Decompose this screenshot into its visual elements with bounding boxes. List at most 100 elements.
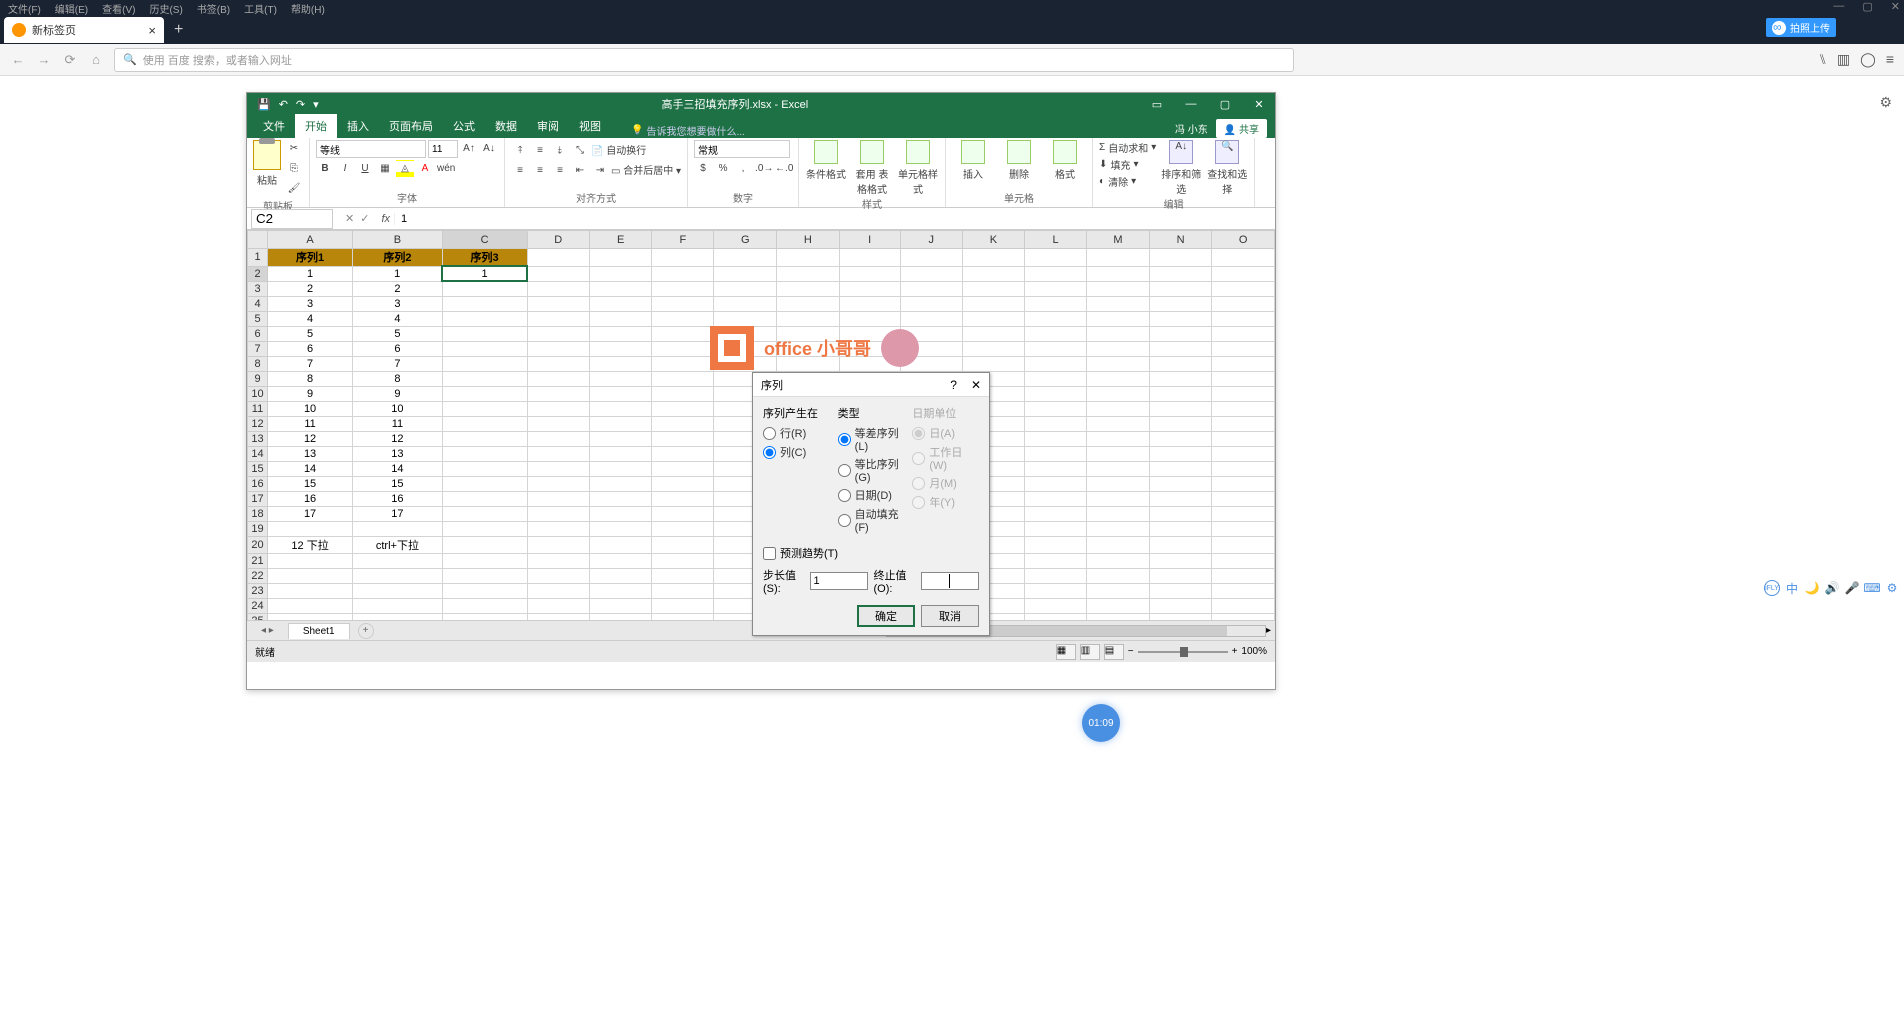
row-header-10[interactable]: 10 [248, 386, 268, 401]
cell-E14[interactable] [589, 446, 651, 461]
cell-B24[interactable] [353, 598, 443, 613]
orientation-icon[interactable]: ⤡ [571, 142, 589, 160]
cancel-formula-icon[interactable]: ✕ [345, 212, 354, 225]
paste-button[interactable]: 粘贴 [253, 140, 281, 187]
cell-C9[interactable] [442, 371, 527, 386]
cell-C25[interactable] [442, 613, 527, 620]
row-header-2[interactable]: 2 [248, 266, 268, 281]
find-select-button[interactable]: 🔍查找和选择 [1206, 140, 1248, 196]
radio-rows[interactable]: 行(R) [763, 425, 830, 441]
delete-cells-button[interactable]: 删除 [998, 140, 1040, 181]
cell-K8[interactable] [962, 356, 1024, 371]
moon-icon[interactable]: 🌙 [1804, 580, 1820, 596]
row-header-18[interactable]: 18 [248, 506, 268, 521]
cell-N1[interactable] [1149, 249, 1211, 267]
cell-C13[interactable] [442, 431, 527, 446]
align-center-icon[interactable]: ≡ [531, 162, 549, 180]
dialog-close-icon[interactable]: ✕ [971, 378, 981, 392]
cell-O19[interactable] [1212, 521, 1275, 536]
cell-A4[interactable]: 3 [268, 296, 353, 311]
cell-A9[interactable]: 8 [268, 371, 353, 386]
cell-E25[interactable] [589, 613, 651, 620]
sidebar-icon[interactable]: ▥ [1837, 51, 1850, 68]
row-header-25[interactable]: 25 [248, 613, 268, 620]
cell-styles-button[interactable]: 单元格样式 [897, 140, 939, 196]
row-header-7[interactable]: 7 [248, 341, 268, 356]
cell-F12[interactable] [652, 416, 714, 431]
lang-icon[interactable]: 中 [1784, 580, 1800, 596]
cell-N4[interactable] [1149, 296, 1211, 311]
zoom-level[interactable]: 100% [1241, 646, 1267, 657]
italic-button[interactable]: I [336, 160, 354, 178]
cell-A21[interactable] [268, 553, 353, 568]
cell-A16[interactable]: 15 [268, 476, 353, 491]
cell-M14[interactable] [1087, 446, 1150, 461]
cell-G2[interactable] [714, 266, 777, 281]
cell-C16[interactable] [442, 476, 527, 491]
cell-H3[interactable] [777, 281, 839, 296]
cell-A22[interactable] [268, 568, 353, 583]
cell-M16[interactable] [1087, 476, 1150, 491]
cell-D15[interactable] [527, 461, 589, 476]
cell-L23[interactable] [1025, 583, 1087, 598]
excel-maximize-icon[interactable]: ▢ [1211, 98, 1239, 111]
row-header-4[interactable]: 4 [248, 296, 268, 311]
col-header-D[interactable]: D [527, 231, 589, 249]
col-header-A[interactable]: A [268, 231, 353, 249]
cell-M6[interactable] [1087, 326, 1150, 341]
radio-linear[interactable]: 等差序列(L) [838, 425, 905, 453]
cell-M8[interactable] [1087, 356, 1150, 371]
zoom-out-icon[interactable]: − [1128, 646, 1134, 657]
wrap-text-button[interactable]: 📄 自动换行 [591, 142, 646, 160]
tab-pagelayout[interactable]: 页面布局 [379, 114, 443, 138]
cell-F22[interactable] [652, 568, 714, 583]
cell-I1[interactable] [839, 249, 900, 267]
add-sheet-button[interactable]: + [358, 623, 374, 639]
cell-B1[interactable]: 序列2 [353, 249, 443, 267]
cell-F17[interactable] [652, 491, 714, 506]
cell-E1[interactable] [589, 249, 651, 267]
cell-A8[interactable]: 7 [268, 356, 353, 371]
copy-icon[interactable]: ⎘ [285, 160, 303, 178]
cell-O24[interactable] [1212, 598, 1275, 613]
cell-C3[interactable] [442, 281, 527, 296]
cell-N9[interactable] [1149, 371, 1211, 386]
cell-D24[interactable] [527, 598, 589, 613]
cell-C15[interactable] [442, 461, 527, 476]
cell-M21[interactable] [1087, 553, 1150, 568]
cell-L15[interactable] [1025, 461, 1087, 476]
undo-icon[interactable]: ↶ [279, 98, 288, 111]
cell-D13[interactable] [527, 431, 589, 446]
cell-F19[interactable] [652, 521, 714, 536]
cell-F3[interactable] [652, 281, 714, 296]
cell-D17[interactable] [527, 491, 589, 506]
cell-J4[interactable] [900, 296, 962, 311]
row-header-15[interactable]: 15 [248, 461, 268, 476]
comma-icon[interactable]: , [734, 160, 752, 178]
excel-minimize-icon[interactable]: — [1177, 98, 1205, 111]
row-header-23[interactable]: 23 [248, 583, 268, 598]
cell-M17[interactable] [1087, 491, 1150, 506]
photo-upload-button[interactable]: 拍照上传 [1766, 18, 1836, 37]
cell-E15[interactable] [589, 461, 651, 476]
bold-button[interactable]: B [316, 160, 334, 178]
cell-A6[interactable]: 5 [268, 326, 353, 341]
cell-C20[interactable] [442, 536, 527, 553]
cell-B11[interactable]: 10 [353, 401, 443, 416]
cell-B10[interactable]: 9 [353, 386, 443, 401]
dialog-help-icon[interactable]: ? [950, 378, 957, 392]
cell-L9[interactable] [1025, 371, 1087, 386]
back-button[interactable]: ← [10, 52, 26, 67]
cell-C12[interactable] [442, 416, 527, 431]
tab-insert[interactable]: 插入 [337, 114, 379, 138]
keyboard-icon[interactable]: ⌨ [1864, 580, 1880, 596]
cell-E9[interactable] [589, 371, 651, 386]
row-header-19[interactable]: 19 [248, 521, 268, 536]
cell-L22[interactable] [1025, 568, 1087, 583]
col-header-N[interactable]: N [1149, 231, 1211, 249]
cell-G4[interactable] [714, 296, 777, 311]
cell-A5[interactable]: 4 [268, 311, 353, 326]
save-icon[interactable]: 💾 [257, 98, 271, 111]
cell-G5[interactable] [714, 311, 777, 326]
inc-decimal-icon[interactable]: .0→ [754, 160, 772, 178]
